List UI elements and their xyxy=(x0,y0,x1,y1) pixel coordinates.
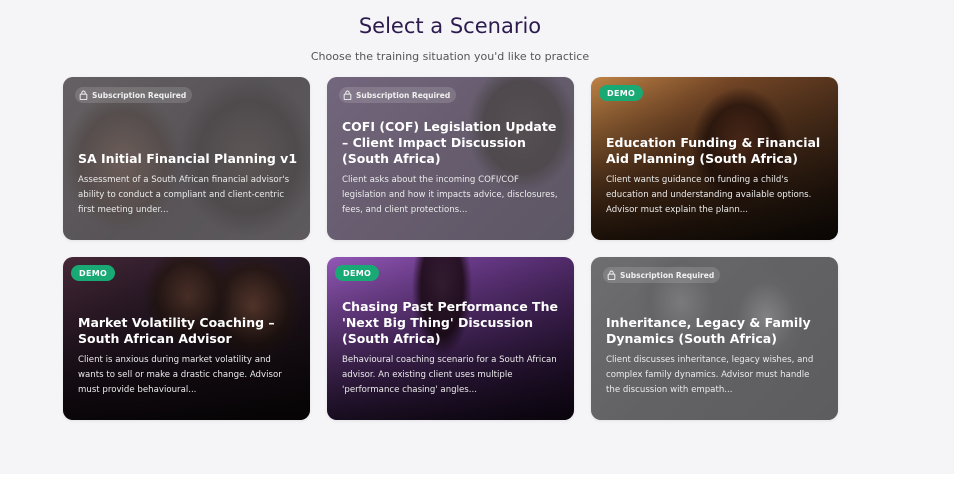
lock-icon xyxy=(343,90,352,100)
badge-label: Subscription Required xyxy=(356,90,451,100)
subscription-required-badge: Subscription Required xyxy=(75,87,193,103)
card-title: SA Initial Financial Planning v1 xyxy=(78,151,298,166)
card-title: Education Funding & Financial Aid Planni… xyxy=(606,135,821,166)
card-description: Client asks about the incoming COFI/COF … xyxy=(342,175,558,215)
card-title: Chasing Past Performance The 'Next Big T… xyxy=(342,299,558,346)
scenario-card-market-volatility-coaching[interactable]: DEMO Market Volatility Coaching – South … xyxy=(63,257,310,420)
page-subtitle: Choose the training situation you'd like… xyxy=(310,50,590,63)
card-description: Client wants guidance on funding a child… xyxy=(606,175,812,215)
demo-badge: DEMO xyxy=(335,265,380,281)
card-description: Assessment of a South African financial … xyxy=(78,175,290,215)
subscription-required-badge: Subscription Required xyxy=(603,267,721,283)
page-footer-strip xyxy=(0,474,954,486)
card-title: COFI (COF) Legislation Update – Client I… xyxy=(342,119,557,166)
scenario-card-inheritance-legacy[interactable]: Subscription Required Inheritance, Legac… xyxy=(591,257,838,420)
subscription-required-badge: Subscription Required xyxy=(339,87,457,103)
card-description: Client is anxious during market volatili… xyxy=(78,355,282,395)
scenario-card-sa-initial-financial-planning[interactable]: Subscription Required SA Initial Financi… xyxy=(63,77,310,240)
demo-badge: DEMO xyxy=(71,265,116,281)
demo-badge: DEMO xyxy=(599,85,644,101)
badge-label: Subscription Required xyxy=(92,90,187,100)
lock-icon xyxy=(79,90,88,100)
card-title: Market Volatility Coaching – South Afric… xyxy=(78,315,275,346)
scenario-card-chasing-past-performance[interactable]: DEMO Chasing Past Performance The 'Next … xyxy=(327,257,574,420)
scenario-card-cofi-legislation-update[interactable]: Subscription Required COFI (COF) Legisla… xyxy=(327,77,574,240)
card-description: Behavioural coaching scenario for a Sout… xyxy=(342,355,557,395)
scenario-card-education-funding[interactable]: DEMO Education Funding & Financial Aid P… xyxy=(591,77,838,240)
card-description: Client discusses inheritance, legacy wis… xyxy=(606,355,814,395)
lock-icon xyxy=(607,270,616,280)
page-title: Select a Scenario xyxy=(358,14,542,38)
badge-label: Subscription Required xyxy=(620,270,715,280)
card-title: Inheritance, Legacy & Family Dynamics (S… xyxy=(606,315,811,346)
